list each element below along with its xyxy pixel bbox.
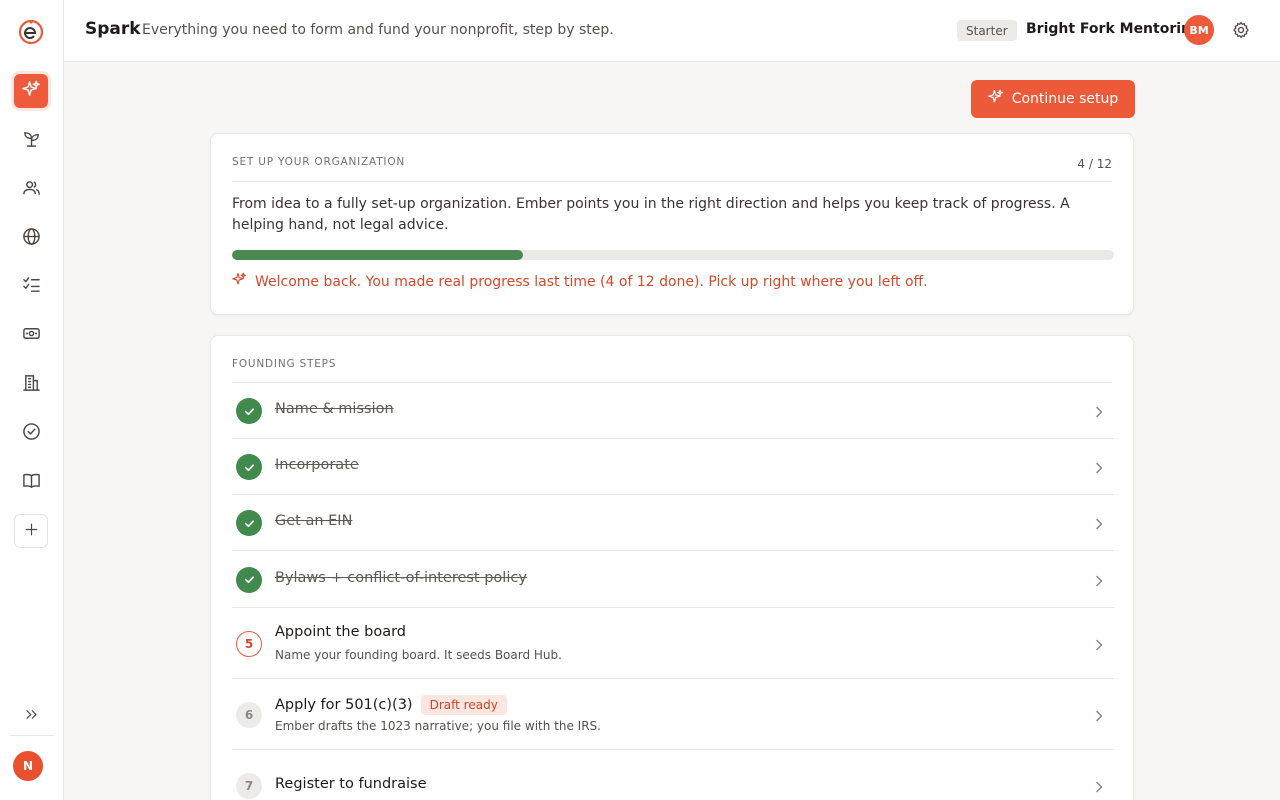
- chevron-right-icon: [1092, 404, 1106, 418]
- step-title-text: Apply for 501(c)(3): [275, 697, 413, 713]
- check-icon: [236, 454, 262, 480]
- founding-steps-card: FOUNDING STEPS Name & mission Incorporate…: [210, 335, 1134, 800]
- step-number: 5: [236, 630, 262, 657]
- step-row[interactable]: Incorporate: [232, 439, 1114, 495]
- step-subtitle: Name your founding board. It seeds Board…: [275, 648, 562, 662]
- sprout-icon: [22, 129, 41, 152]
- step-row[interactable]: Name & mission: [232, 383, 1114, 439]
- sidebar-expand-button[interactable]: [14, 699, 48, 733]
- chevron-right-icon: [1092, 779, 1106, 793]
- intro-text: From idea to a fully set-up organization…: [232, 196, 1070, 233]
- step-title: Incorporate: [275, 457, 359, 473]
- org-avatar[interactable]: BM: [1184, 15, 1214, 45]
- step-row[interactable]: 5 Appoint the board Name your founding boa…: [232, 608, 1114, 679]
- user-avatar[interactable]: N: [13, 751, 43, 781]
- step-row[interactable]: 6 Apply for 501(c)(3) Draft ready Ember dra…: [232, 679, 1114, 750]
- plus-icon: [24, 522, 39, 541]
- step-title-text: Appoint the board: [275, 624, 406, 640]
- continue-setup-label: Continue setup: [1011, 91, 1119, 107]
- step-title: Name & mission: [275, 401, 394, 417]
- step-title-text: Get an EIN: [275, 513, 353, 529]
- building-icon: [22, 373, 41, 396]
- sidebar-item-spark[interactable]: [14, 74, 48, 108]
- sidebar-item-web[interactable]: [14, 221, 48, 255]
- step-title: Register to fundraise: [275, 776, 427, 792]
- users-icon: [22, 178, 41, 201]
- checklist-icon: [22, 275, 41, 298]
- sidebar-item-grow[interactable]: [14, 123, 48, 157]
- section-label: SET UP YOUR ORGANIZATION: [232, 156, 406, 168]
- progress-fill: [232, 250, 524, 260]
- sidebar-item-organization[interactable]: [14, 367, 48, 401]
- app-title: Spark: [85, 19, 141, 39]
- step-title: Get an EIN: [275, 513, 352, 529]
- step-title: Apply for 501(c)(3) Draft ready: [275, 695, 507, 715]
- top-header: Spark Everything you need to form and fu…: [64, 0, 1280, 62]
- chevron-right-icon: [1092, 460, 1106, 474]
- progress-bar: [232, 250, 1114, 260]
- step-title-text: Register to fundraise: [275, 775, 427, 792]
- continue-setup-button[interactable]: Continue setup: [971, 80, 1135, 118]
- sidebar-item-compliance[interactable]: [14, 416, 48, 450]
- globe-icon: [22, 227, 41, 250]
- section-label: FOUNDING STEPS: [232, 358, 337, 370]
- step-row[interactable]: Get an EIN: [232, 495, 1114, 551]
- step-subtitle: Ember drafts the 1023 narrative; you fil…: [275, 719, 601, 733]
- sidebar-item-funding[interactable]: [14, 318, 48, 352]
- sparkle-icon: [21, 80, 41, 103]
- check-circle-icon: [22, 422, 41, 445]
- sidebar-item-tasks[interactable]: [14, 269, 48, 303]
- app-tagline: Everything you need to form and fund you…: [142, 22, 614, 38]
- step-number: 7: [236, 772, 262, 799]
- sidebar-item-guides[interactable]: [14, 465, 48, 499]
- plan-badge: Starter: [957, 20, 1017, 41]
- sidebar-item-people[interactable]: [14, 172, 48, 206]
- welcome-message: Welcome back. You made real progress las…: [232, 272, 928, 291]
- sparkle-icon: [987, 89, 1004, 109]
- step-title-text: Incorporate: [275, 457, 359, 473]
- step-row[interactable]: Bylaws + conflict-of-interest policy: [232, 551, 1114, 608]
- chevron-right-icon: [1092, 573, 1106, 587]
- step-title: Bylaws + conflict-of-interest policy: [275, 570, 527, 586]
- status-badge: Draft ready: [420, 695, 507, 715]
- sidebar-divider: [10, 735, 54, 736]
- step-title-text: Name & mission: [275, 401, 394, 417]
- sidebar-item-add[interactable]: [14, 514, 48, 548]
- step-number: 6: [236, 701, 262, 728]
- sidebar: N: [0, 0, 64, 800]
- chevron-right-icon: [1092, 708, 1106, 722]
- step-title: Appoint the board: [275, 624, 406, 640]
- book-icon: [22, 471, 41, 494]
- ember-logo[interactable]: [17, 18, 45, 46]
- check-icon: [236, 510, 262, 536]
- settings-button[interactable]: [1232, 21, 1250, 39]
- gear-icon: [1232, 21, 1250, 43]
- sparkle-icon: [232, 272, 247, 291]
- chevron-right-icon: [1092, 637, 1106, 651]
- welcome-text: Welcome back. You made real progress las…: [255, 273, 928, 290]
- check-icon: [236, 566, 262, 593]
- double-chevron-right-icon: [24, 707, 39, 726]
- step-title-text: Bylaws + conflict-of-interest policy: [275, 569, 527, 586]
- step-row[interactable]: 7 Register to fundraise: [232, 750, 1114, 800]
- money-icon: [22, 324, 41, 347]
- org-name[interactable]: Bright Fork Mentoring: [1026, 21, 1201, 37]
- chevron-right-icon: [1092, 516, 1106, 530]
- divider: [232, 181, 1112, 182]
- check-icon: [236, 398, 262, 424]
- setup-overview-card: SET UP YOUR ORGANIZATION 4 / 12 From ide…: [210, 133, 1134, 315]
- step-count: 4 / 12: [1077, 157, 1112, 171]
